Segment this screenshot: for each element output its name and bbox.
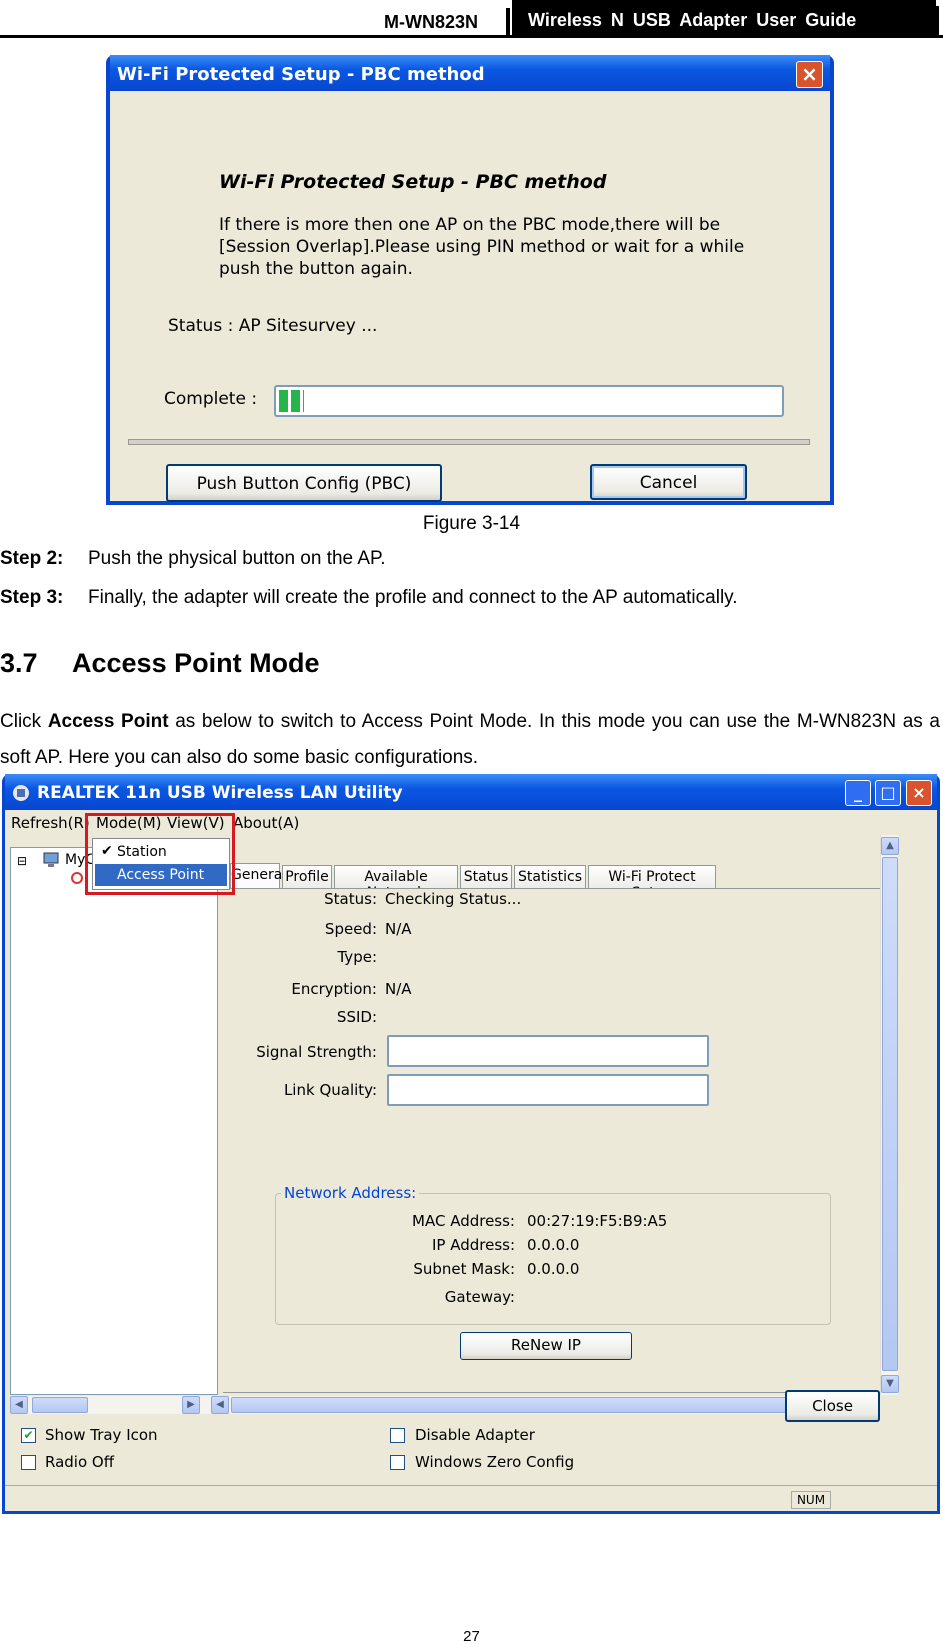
panel-horizontal-scrollbar[interactable]: ◀ ▶ — [211, 1396, 871, 1414]
signal-strength-bar — [387, 1035, 709, 1067]
para-bold: Access Point — [47, 711, 169, 732]
scroll-up-icon[interactable]: ▲ — [881, 837, 899, 855]
section-heading: 3.7 Access Point Mode — [0, 648, 320, 679]
num-lock-indicator: NUM — [791, 1491, 831, 1509]
dialog-message: If there is more then one AP on the PBC … — [219, 215, 745, 279]
ip-value: 0.0.0.0 — [527, 1236, 580, 1254]
tab-statistics[interactable]: Statistics — [514, 865, 586, 889]
close-icon[interactable]: × — [796, 61, 823, 88]
progress-bar — [274, 385, 784, 417]
windows-zero-config-label: Windows Zero Config — [415, 1453, 575, 1471]
dialog-status: Status : AP Sitesurvey ... — [168, 316, 378, 336]
tab-available-network[interactable]: Available Network — [334, 865, 458, 901]
ssid-label: SSID: — [336, 1008, 377, 1026]
speed-value: N/A — [385, 920, 412, 938]
radio-off-label: Radio Off — [45, 1453, 115, 1471]
network-app-icon — [13, 785, 29, 801]
subnet-value: 0.0.0.0 — [527, 1260, 580, 1278]
tab-wifi-protect-setup[interactable]: Wi-Fi Protect Setup — [588, 865, 716, 901]
mac-value: 00:27:19:F5:B9:A5 — [527, 1212, 668, 1230]
section-number: 3.7 — [0, 648, 38, 678]
pbc-button[interactable]: Push Button Config (PBC) — [166, 464, 442, 502]
dialog-heading: Wi-Fi Protected Setup - PBC method — [219, 171, 607, 193]
status-bar: NUM — [5, 1485, 937, 1511]
section-paragraph: Click Access Point as below to switch to… — [0, 704, 940, 776]
cancel-button[interactable]: Cancel — [590, 464, 747, 500]
panel-scroll-thumb[interactable] — [231, 1397, 831, 1413]
step-2: Step 2: Push the physical button on the A… — [0, 548, 386, 570]
page-number: 27 — [463, 1628, 480, 1645]
page-header: M-WN823N Wireless N USB Adapter User Gui… — [0, 0, 943, 38]
tree-horizontal-scrollbar[interactable]: ◀ ▶ — [10, 1396, 218, 1414]
vertical-scroll-thumb[interactable] — [882, 857, 898, 1371]
window-title: REALTEK 11n USB Wireless LAN Utility — [37, 783, 403, 803]
close-button[interactable]: Close — [785, 1390, 880, 1422]
vertical-scrollbar[interactable]: ▲ ▼ — [880, 835, 899, 1395]
speed-label: Speed: — [324, 920, 377, 938]
renew-ip-button[interactable]: ReNew IP — [460, 1332, 632, 1360]
computer-icon — [43, 852, 59, 867]
scroll-right-icon[interactable]: ▶ — [182, 1396, 200, 1414]
realtek-utility-window: REALTEK 11n USB Wireless LAN Utility _ □… — [2, 774, 940, 1514]
tab-general[interactable]: General — [230, 863, 286, 890]
complete-label: Complete : — [164, 389, 258, 409]
tab-profile[interactable]: Profile — [282, 865, 332, 889]
step-text: Push the physical button on the AP. — [88, 548, 386, 569]
encryption-value: N/A — [385, 980, 412, 998]
show-tray-icon-checkbox[interactable]: ✔ — [21, 1428, 36, 1443]
minimize-icon[interactable]: _ — [845, 780, 871, 806]
wps-pbc-dialog: Wi-Fi Protected Setup - PBC method × Wi-… — [106, 55, 834, 505]
step-3: Step 3: Finally, the adapter will create … — [0, 587, 738, 609]
status-label: Status: — [324, 890, 377, 908]
step-label: Step 3: — [0, 587, 64, 608]
scroll-left-icon[interactable]: ◀ — [10, 1396, 28, 1414]
tab-status[interactable]: Status — [460, 865, 512, 889]
close-icon[interactable]: × — [906, 780, 932, 806]
signal-strength-label: Signal Strength: — [256, 1043, 377, 1061]
highlight-box — [85, 813, 235, 895]
scroll-left-icon[interactable]: ◀ — [211, 1396, 229, 1414]
disable-adapter-label: Disable Adapter — [415, 1426, 535, 1444]
dialog-body: Wi-Fi Protected Setup - PBC method If th… — [110, 91, 830, 502]
adapter-status-icon — [71, 872, 83, 884]
progress-fill — [279, 390, 304, 412]
subnet-label: Subnet Mask: — [413, 1260, 515, 1278]
link-quality-label: Link Quality: — [283, 1081, 377, 1099]
disable-adapter-checkbox[interactable] — [390, 1428, 405, 1443]
separator — [128, 439, 810, 445]
device-tree: ⊟ MyC — [10, 847, 218, 1395]
tree-scroll-thumb[interactable] — [32, 1397, 88, 1413]
figure-caption: Figure 3-14 — [422, 513, 521, 534]
radio-off-checkbox[interactable] — [21, 1455, 36, 1470]
menu-refresh[interactable]: Refresh(R) — [11, 814, 90, 832]
dialog-titlebar: Wi-Fi Protected Setup - PBC method × — [110, 55, 830, 91]
tree-collapse-icon[interactable]: ⊟ — [17, 854, 27, 868]
menu-about[interactable]: About(A) — [233, 814, 299, 832]
link-quality-bar — [387, 1074, 709, 1106]
ip-label: IP Address: — [431, 1236, 515, 1254]
step-text: Finally, the adapter will create the pro… — [88, 587, 738, 608]
encryption-label: Encryption: — [291, 980, 377, 998]
para-text: Click — [0, 711, 48, 732]
gateway-label: Gateway: — [444, 1288, 515, 1306]
step-label: Step 2: — [0, 548, 64, 569]
dialog-title: Wi-Fi Protected Setup - PBC method — [117, 64, 485, 85]
scroll-down-icon[interactable]: ▼ — [881, 1375, 899, 1393]
header-model: M-WN823N — [383, 12, 478, 32]
section-title: Access Point Mode — [72, 648, 320, 678]
header-end-bar — [936, 6, 939, 36]
status-value: Checking Status... — [385, 890, 522, 908]
window-client: Refresh(R) Mode(M) View(V) About(A) ⊟ My… — [5, 810, 937, 1511]
mac-label: MAC Address: — [412, 1212, 515, 1230]
window-titlebar: REALTEK 11n USB Wireless LAN Utility _ □… — [5, 774, 937, 810]
header-divider — [506, 8, 510, 36]
network-address-title: Network Address: — [281, 1184, 420, 1202]
maximize-icon[interactable]: □ — [875, 780, 901, 806]
windows-zero-config-checkbox[interactable] — [390, 1455, 405, 1470]
show-tray-icon-label: Show Tray Icon — [45, 1426, 158, 1444]
header-guide-title: Wireless N USB Adapter User Guide — [512, 0, 936, 35]
type-label: Type: — [337, 948, 377, 966]
